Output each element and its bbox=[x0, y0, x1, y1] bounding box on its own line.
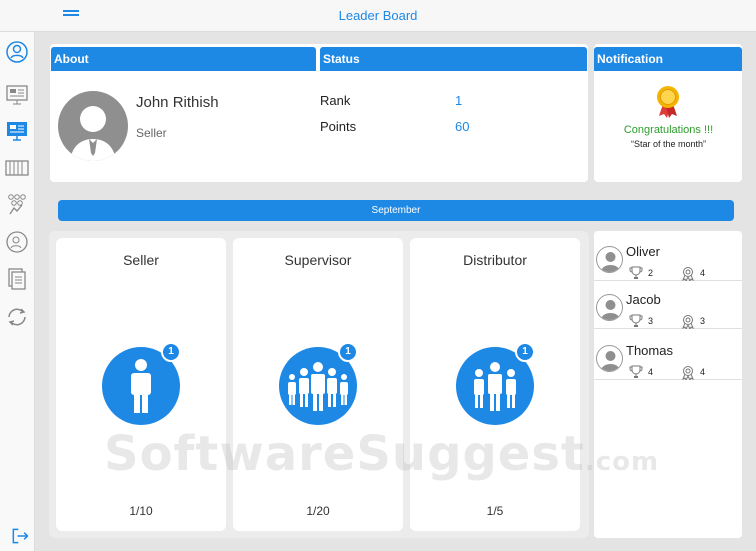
category-score: 1/20 bbox=[306, 504, 330, 518]
profile-icon[interactable] bbox=[5, 40, 29, 64]
trophy-icon bbox=[629, 365, 643, 378]
dashboard-icon[interactable] bbox=[5, 83, 29, 107]
star-of-month-text: “Star of the month” bbox=[630, 139, 707, 149]
notification-header: Notification bbox=[594, 47, 742, 71]
trophy-count: 3 bbox=[648, 316, 654, 326]
medal-icon bbox=[654, 84, 682, 118]
list-item[interactable]: Oliver 2 4 bbox=[594, 235, 742, 281]
category-score: 1/5 bbox=[486, 504, 504, 518]
leaderboard-icon[interactable] bbox=[5, 119, 29, 143]
list-item[interactable]: Thomas 4 4 bbox=[594, 334, 742, 380]
category-card-seller[interactable]: Seller 1 1/10 bbox=[56, 238, 226, 531]
award-count: 4 bbox=[700, 367, 706, 377]
avatar bbox=[596, 294, 623, 321]
avatar bbox=[596, 246, 623, 273]
leader-name: Oliver bbox=[626, 244, 660, 259]
category-card-supervisor[interactable]: Supervisor 1 1/20 bbox=[233, 238, 403, 531]
category-card-distributor[interactable]: Distributor 1 1/5 bbox=[410, 238, 580, 531]
sidebar bbox=[0, 32, 35, 551]
rank-label: Rank bbox=[320, 93, 351, 108]
rank-value: 1 bbox=[455, 93, 463, 108]
avatar bbox=[596, 345, 623, 372]
page-title: Leader Board bbox=[338, 8, 418, 23]
top-bar: Leader Board bbox=[0, 0, 756, 32]
category-score: 1/10 bbox=[129, 504, 153, 518]
leader-name: Thomas bbox=[626, 343, 673, 358]
award-icon bbox=[682, 267, 694, 281]
notification-badge: 1 bbox=[338, 342, 358, 362]
month-selector[interactable]: September bbox=[58, 200, 734, 221]
documents-icon[interactable] bbox=[5, 267, 29, 291]
category-title: Seller bbox=[123, 252, 159, 268]
user-role: Seller bbox=[136, 126, 167, 140]
trophy-icon bbox=[629, 314, 643, 327]
logout-icon[interactable] bbox=[10, 526, 30, 546]
inventory-icon[interactable] bbox=[5, 156, 29, 180]
team-icon[interactable] bbox=[5, 192, 29, 216]
category-title: Distributor bbox=[463, 252, 527, 268]
award-count: 3 bbox=[700, 316, 706, 326]
notification-badge: 1 bbox=[515, 342, 535, 362]
list-item[interactable]: Jacob 3 3 bbox=[594, 283, 742, 329]
award-icon bbox=[682, 315, 694, 329]
congrats-text: Congratulations !!! bbox=[623, 124, 714, 136]
status-header: Status bbox=[320, 47, 587, 71]
notification-badge: 1 bbox=[161, 342, 181, 362]
leader-name: Jacob bbox=[626, 292, 661, 307]
user-card-icon[interactable] bbox=[5, 230, 29, 254]
trophy-icon bbox=[629, 266, 643, 279]
user-name: John Rithish bbox=[136, 94, 219, 111]
leaders-list: Oliver 2 4 Jacob 3 3 Thomas 4 4 bbox=[594, 231, 742, 538]
sync-icon[interactable] bbox=[5, 305, 29, 329]
trophy-count: 2 bbox=[648, 268, 654, 278]
trophy-count: 4 bbox=[648, 367, 654, 377]
points-label: Points bbox=[320, 119, 357, 134]
award-icon bbox=[682, 366, 694, 380]
award-count: 4 bbox=[700, 268, 706, 278]
points-value: 60 bbox=[455, 119, 470, 134]
category-title: Supervisor bbox=[284, 252, 352, 268]
about-header: About bbox=[51, 47, 316, 71]
avatar bbox=[58, 91, 128, 161]
